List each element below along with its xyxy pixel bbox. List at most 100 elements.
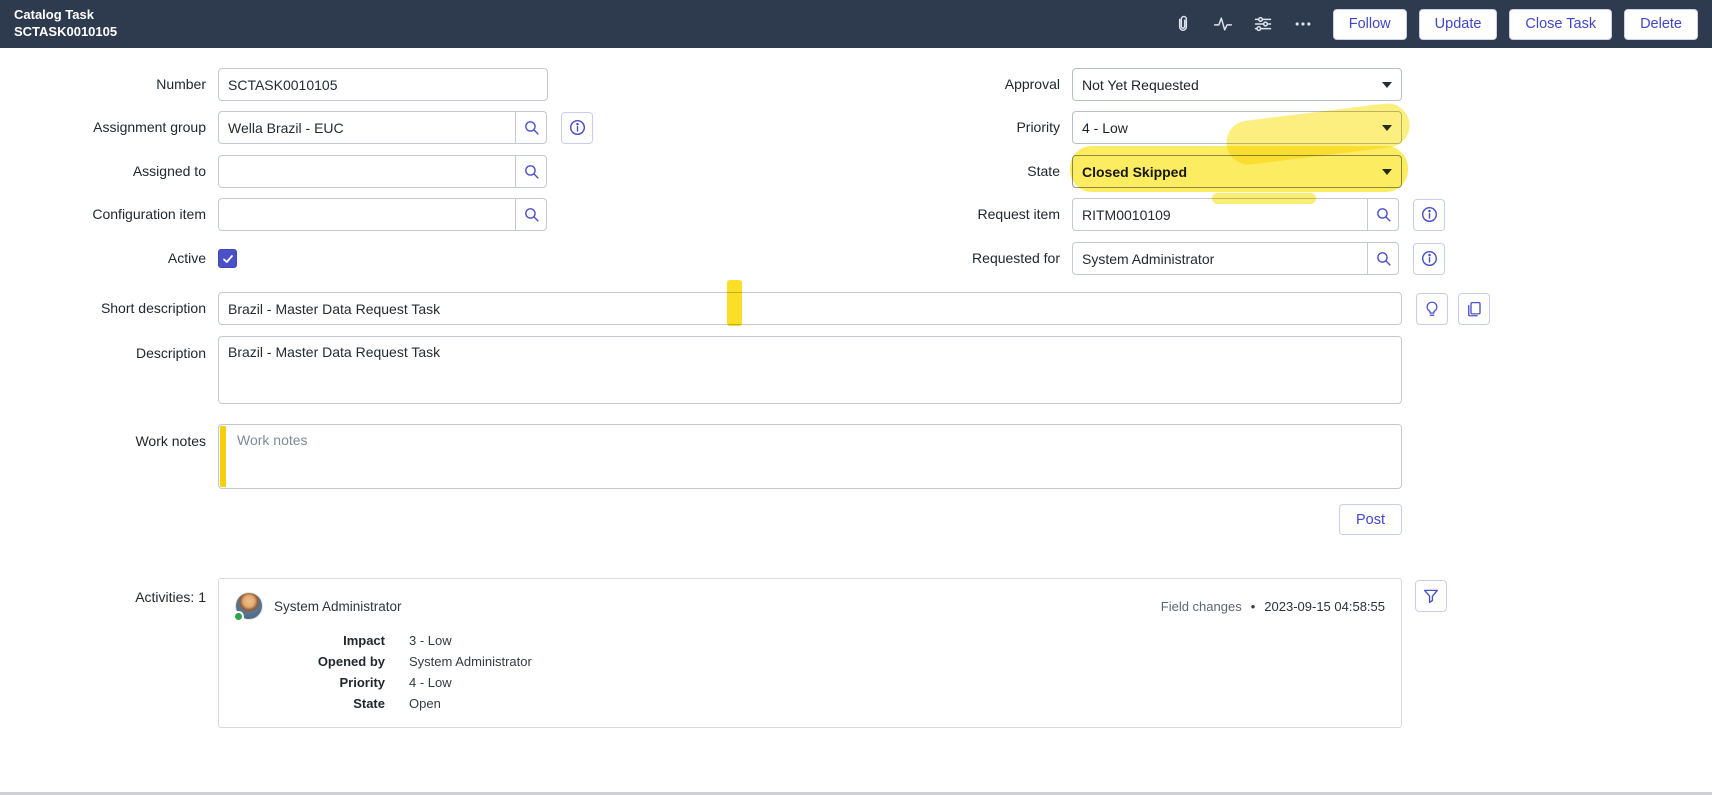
follow-button[interactable]: Follow bbox=[1332, 8, 1407, 40]
requested-for-info-button[interactable] bbox=[1413, 242, 1445, 275]
personalize-form-icon[interactable] bbox=[1245, 9, 1281, 39]
close-task-button[interactable]: Close Task bbox=[1509, 8, 1613, 40]
configuration-item-search-button[interactable] bbox=[515, 198, 547, 231]
field-short-description: Short description bbox=[6, 292, 1490, 325]
lightbulb-icon bbox=[1426, 301, 1438, 316]
update-button[interactable]: Update bbox=[1418, 8, 1498, 40]
requested-for-reference bbox=[1072, 242, 1399, 275]
change-field-name: Opened by bbox=[317, 654, 385, 669]
record-number: SCTASK0010105 bbox=[14, 24, 118, 39]
request-item-label: Request item bbox=[977, 206, 1060, 223]
post-button[interactable]: Post bbox=[1338, 504, 1402, 535]
configuration-item-label: Configuration item bbox=[92, 206, 206, 223]
field-changes-list: Impact 3 - Low Opened by System Administ… bbox=[235, 632, 532, 716]
assignment-group-search-button[interactable] bbox=[515, 111, 547, 144]
attachment-icon[interactable] bbox=[1165, 9, 1201, 39]
field-change-row: State Open bbox=[235, 695, 532, 712]
number-label: Number bbox=[156, 76, 206, 93]
activities-label: Activities: 1 bbox=[135, 589, 206, 605]
search-icon bbox=[524, 165, 539, 179]
state-select[interactable]: Closed Skipped bbox=[1072, 155, 1402, 188]
assignment-group-input[interactable] bbox=[218, 111, 516, 144]
bullet-separator bbox=[1251, 599, 1256, 614]
field-active: Active bbox=[6, 242, 237, 275]
requested-for-search-button[interactable] bbox=[1367, 242, 1399, 275]
priority-select[interactable]: 4 - Low bbox=[1072, 111, 1402, 144]
assigned-to-input[interactable] bbox=[218, 155, 516, 188]
more-options-icon[interactable] bbox=[1285, 9, 1321, 39]
description-textarea[interactable]: Brazil - Master Data Request Task bbox=[218, 336, 1402, 404]
change-field-name: Priority bbox=[339, 675, 385, 690]
record-title: Catalog Task SCTASK0010105 bbox=[14, 7, 117, 41]
short-description-input[interactable] bbox=[218, 292, 1402, 325]
delete-button[interactable]: Delete bbox=[1624, 8, 1698, 40]
description-label: Description bbox=[135, 345, 206, 361]
field-request-item: Request item bbox=[860, 198, 1445, 231]
field-assignment-group: Assignment group bbox=[6, 111, 593, 144]
active-label: Active bbox=[167, 250, 206, 267]
change-field-value: System Administrator bbox=[409, 654, 532, 669]
suggestion-lightbulb-button[interactable] bbox=[1416, 292, 1448, 325]
assigned-to-label: Assigned to bbox=[132, 163, 206, 180]
search-icon bbox=[524, 208, 539, 222]
avatar bbox=[233, 592, 263, 622]
change-field-value: 3 - Low bbox=[409, 633, 452, 648]
field-assigned-to: Assigned to bbox=[6, 155, 547, 188]
requested-for-input[interactable] bbox=[1072, 242, 1368, 275]
assigned-to-search-button[interactable] bbox=[515, 155, 547, 188]
request-item-input[interactable] bbox=[1072, 198, 1368, 231]
field-work-notes-label-row: Work notes bbox=[6, 424, 218, 450]
work-notes-textarea[interactable] bbox=[218, 424, 1402, 489]
info-icon bbox=[569, 119, 585, 136]
assigned-to-reference bbox=[218, 155, 547, 188]
header-actions: Follow Update Close Task Delete bbox=[1165, 8, 1698, 40]
funnel-icon bbox=[1423, 589, 1439, 604]
activities-label-row: Activities: 1 bbox=[6, 589, 218, 606]
change-field-value: Open bbox=[409, 696, 441, 711]
info-icon bbox=[1421, 250, 1437, 267]
activity-type: Field changes bbox=[1160, 599, 1242, 614]
search-icon bbox=[1376, 252, 1391, 266]
search-icon bbox=[1376, 208, 1391, 222]
field-description-label-row: Description bbox=[6, 336, 218, 362]
field-state: State Closed Skipped bbox=[860, 155, 1402, 188]
field-change-row: Impact 3 - Low bbox=[235, 632, 532, 649]
activity-author: System Administrator bbox=[274, 599, 402, 614]
field-change-row: Priority 4 - Low bbox=[235, 674, 532, 691]
number-input[interactable] bbox=[218, 68, 548, 101]
work-notes-label: Work notes bbox=[135, 433, 206, 449]
assignment-group-info-button[interactable] bbox=[561, 111, 593, 144]
info-icon bbox=[1421, 206, 1437, 223]
document-copy-icon bbox=[1468, 301, 1481, 316]
field-work-notes bbox=[218, 424, 1402, 489]
request-item-reference bbox=[1072, 198, 1399, 231]
catalog-task-page: Catalog Task SCTASK0010105 Follow Update… bbox=[0, 0, 1712, 795]
priority-label: Priority bbox=[1016, 119, 1060, 136]
field-description: Brazil - Master Data Request Task bbox=[218, 336, 1402, 404]
activity-entry: System Administrator Field changes 2023-… bbox=[218, 578, 1402, 728]
requested-for-label: Requested for bbox=[972, 250, 1060, 267]
request-item-search-button[interactable] bbox=[1367, 198, 1399, 231]
field-change-row: Opened by System Administrator bbox=[235, 653, 532, 670]
record-type: Catalog Task bbox=[14, 7, 94, 23]
activity-timestamp: 2023-09-15 04:58:55 bbox=[1264, 599, 1385, 614]
assignment-group-label: Assignment group bbox=[93, 119, 206, 136]
configuration-item-input[interactable] bbox=[218, 198, 516, 231]
presence-indicator bbox=[233, 611, 244, 622]
field-requested-for: Requested for bbox=[860, 242, 1445, 275]
approval-select[interactable]: Not Yet Requested bbox=[1072, 68, 1402, 101]
search-icon bbox=[524, 121, 539, 135]
knowledge-search-button[interactable] bbox=[1458, 292, 1490, 325]
activity-filter-button[interactable] bbox=[1415, 580, 1447, 612]
change-field-name: State bbox=[353, 696, 385, 711]
request-item-info-button[interactable] bbox=[1413, 198, 1445, 231]
configuration-item-reference bbox=[218, 198, 547, 231]
field-priority: Priority 4 - Low bbox=[860, 111, 1402, 144]
active-checkbox[interactable] bbox=[218, 249, 237, 268]
change-field-name: Impact bbox=[343, 633, 385, 648]
field-configuration-item: Configuration item bbox=[6, 198, 547, 231]
check-icon bbox=[222, 254, 233, 263]
change-field-value: 4 - Low bbox=[409, 675, 452, 690]
activity-stream-icon[interactable] bbox=[1205, 9, 1241, 39]
form-header: Catalog Task SCTASK0010105 Follow Update… bbox=[0, 0, 1712, 48]
